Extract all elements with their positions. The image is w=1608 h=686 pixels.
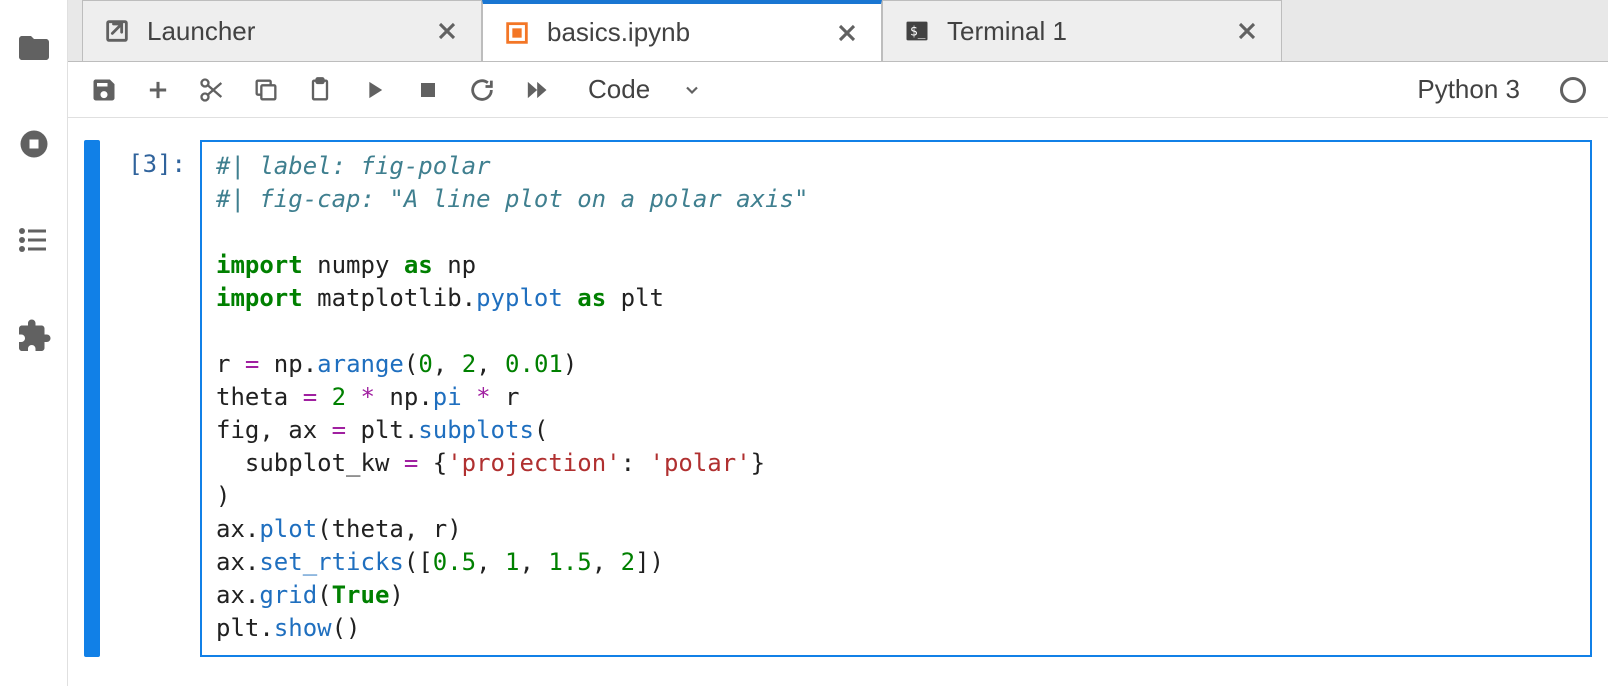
code-input[interactable]: #| label: fig-polar #| fig-cap: "A line … xyxy=(200,140,1592,657)
notebook-icon xyxy=(503,19,531,47)
tab-label: basics.ipynb xyxy=(547,17,817,48)
tab-label: Launcher xyxy=(147,16,417,47)
tab-label: Terminal 1 xyxy=(947,16,1217,47)
launcher-icon xyxy=(103,17,131,45)
close-icon[interactable] xyxy=(1233,17,1261,45)
run-icon[interactable] xyxy=(360,76,388,104)
tab-terminal-1[interactable]: $_ Terminal 1 xyxy=(882,0,1282,61)
close-icon[interactable] xyxy=(433,17,461,45)
kernel-status-idle-icon[interactable] xyxy=(1560,77,1586,103)
notebook-toolbar: Code Python 3 xyxy=(68,62,1608,118)
running-icon[interactable] xyxy=(16,126,52,162)
paste-icon[interactable] xyxy=(306,76,334,104)
copy-icon[interactable] xyxy=(252,76,280,104)
terminal-icon: $_ xyxy=(903,17,931,45)
activity-rail xyxy=(0,0,68,686)
cell-type-selector[interactable]: Code xyxy=(588,74,702,105)
svg-text:$_: $_ xyxy=(910,25,926,40)
kernel-name[interactable]: Python 3 xyxy=(1417,74,1520,105)
extension-icon[interactable] xyxy=(16,318,52,354)
cell-selected-indicator xyxy=(84,140,100,657)
toc-icon[interactable] xyxy=(16,222,52,258)
cut-icon[interactable] xyxy=(198,76,226,104)
tab-basics-ipynb[interactable]: basics.ipynb xyxy=(482,0,882,61)
add-cell-icon[interactable] xyxy=(144,76,172,104)
save-icon[interactable] xyxy=(90,76,118,104)
restart-run-all-icon[interactable] xyxy=(522,76,550,104)
chevron-down-icon xyxy=(682,80,702,100)
execution-prompt: [3]: xyxy=(108,140,200,657)
tab-launcher[interactable]: Launcher xyxy=(82,0,482,61)
notebook-area[interactable]: [3]: #| label: fig-polar #| fig-cap: "A … xyxy=(68,118,1608,686)
code-cell[interactable]: [3]: #| label: fig-polar #| fig-cap: "A … xyxy=(84,140,1592,657)
tab-bar: Launcher basics.ipynb $_ Terminal 1 xyxy=(68,0,1608,62)
cell-type-label: Code xyxy=(588,74,650,105)
restart-icon[interactable] xyxy=(468,76,496,104)
close-icon[interactable] xyxy=(833,19,861,47)
folder-icon[interactable] xyxy=(16,30,52,66)
interrupt-icon[interactable] xyxy=(414,76,442,104)
